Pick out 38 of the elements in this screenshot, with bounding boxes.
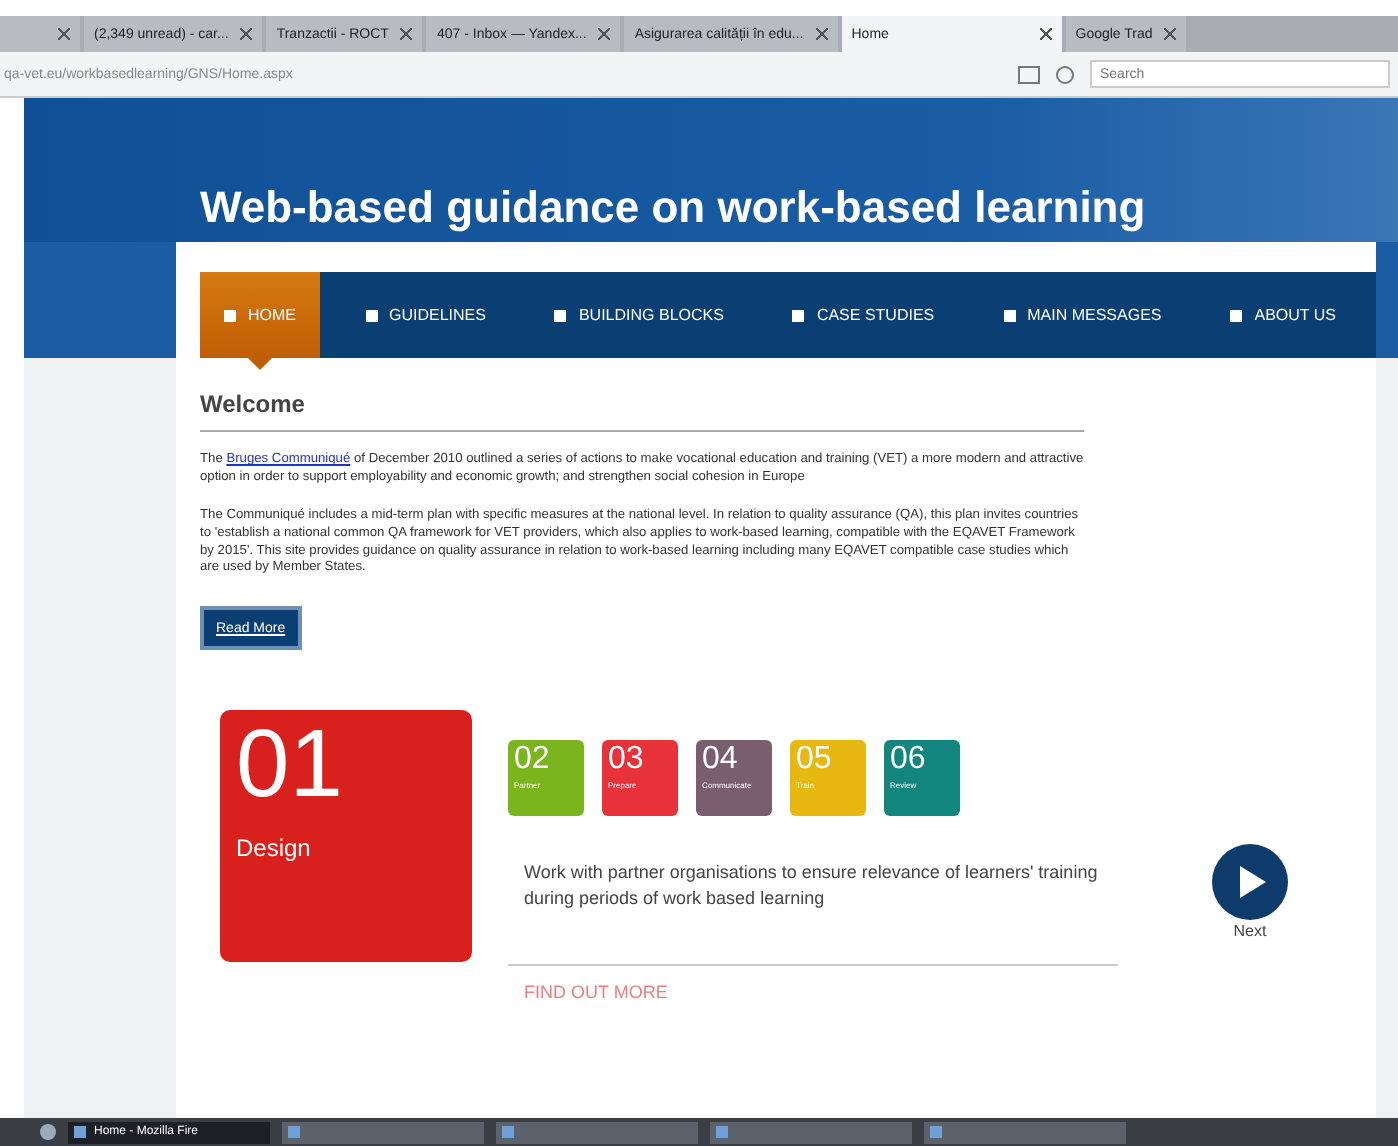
start-button[interactable]	[40, 1124, 56, 1140]
selection-pointer	[248, 358, 272, 370]
close-icon[interactable]	[1164, 28, 1177, 40]
taskbar-button[interactable]	[496, 1121, 698, 1143]
nav-item[interactable]: GUIDELINES	[341, 272, 510, 358]
close-icon[interactable]	[1039, 28, 1052, 40]
next-label: Next	[1233, 922, 1267, 941]
close-icon[interactable]	[240, 28, 253, 40]
section-heading: Welcome	[200, 390, 1084, 432]
close-icon[interactable]	[598, 28, 611, 40]
nav-item[interactable]: ABOUT US	[1206, 272, 1360, 358]
app-icon	[716, 1126, 728, 1138]
close-icon[interactable]	[58, 28, 70, 40]
reader-icon[interactable]	[1018, 65, 1040, 83]
nav-item[interactable]: CASE STUDIES	[768, 272, 959, 358]
taskbar-button[interactable]	[710, 1121, 912, 1143]
close-icon[interactable]	[400, 28, 413, 40]
app-icon	[502, 1126, 514, 1138]
nav-item[interactable]: BUILDING BLOCKS	[530, 272, 748, 358]
square-bullet-icon	[554, 309, 567, 321]
app-icon	[930, 1126, 942, 1138]
feature-tile[interactable]: 01 Design	[220, 710, 472, 963]
square-bullet-icon	[224, 309, 236, 321]
nav-item[interactable]: MAIN MESSAGES	[979, 272, 1186, 358]
taskbar-button[interactable]	[282, 1121, 484, 1143]
next-button[interactable]	[1210, 842, 1290, 923]
app-icon	[74, 1126, 86, 1138]
reload-icon[interactable]	[1056, 65, 1074, 83]
description: Work with partner organisations to ensure relevance of learners' training during periods of work based learning	[524, 860, 1100, 912]
square-bullet-icon	[365, 309, 377, 321]
app-icon	[288, 1126, 300, 1138]
close-icon[interactable]	[815, 28, 828, 40]
taskbar-button[interactable]	[924, 1121, 1126, 1143]
browser-tab[interactable]	[0, 16, 80, 52]
site-title: Web-based guidance on work-based learning	[200, 182, 1146, 234]
square-bullet-icon	[792, 309, 805, 321]
square-bullet-icon	[1230, 309, 1243, 321]
square-bullet-icon	[1003, 309, 1016, 321]
